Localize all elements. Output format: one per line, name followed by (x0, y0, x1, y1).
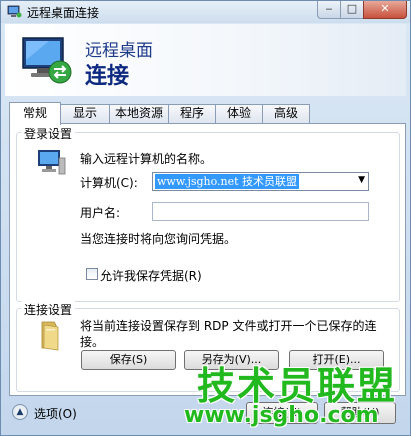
computer-combobox-value: www.jsgho.net 技术员联盟 (155, 174, 300, 189)
remote-desktop-title-icon (7, 5, 22, 18)
tab-experience[interactable]: 体验 (215, 104, 263, 123)
window-title: 远程桌面连接 (27, 6, 100, 20)
close-button[interactable]: ✕ (363, 1, 407, 19)
title-bar[interactable]: 远程桌面连接 ‒ □ ✕ (1, 1, 410, 23)
save-credentials-checkbox[interactable] (86, 268, 98, 280)
computer-combobox[interactable]: www.jsgho.net 技术员联盟 ▼ (152, 172, 369, 191)
watermark-url: www.jsgho.com (184, 403, 379, 428)
remote-desktop-icon (22, 37, 72, 84)
tab-programs[interactable]: 程序 (168, 104, 216, 123)
banner-title-line2: 连接 (85, 64, 130, 89)
save-button[interactable]: 保存(S) (81, 350, 176, 370)
minimize-button[interactable]: ‒ (317, 1, 341, 19)
folder-icon (41, 321, 59, 351)
save-credentials-label[interactable]: 允许我保存凭据(R) (100, 267, 202, 284)
watermark-logo: 技术员联盟 (197, 364, 398, 408)
chevron-down-icon[interactable]: ▼ (358, 175, 365, 185)
maximize-button[interactable]: □ (340, 1, 364, 19)
tab-local-resources[interactable]: 本地资源 (109, 104, 169, 123)
tab-advanced[interactable]: 高级 (262, 104, 310, 123)
tab-general[interactable]: 常规 (9, 102, 61, 125)
connection-description: 将当前连接设置保存到 RDP 文件或打开一个已保存的连接。 (80, 319, 377, 349)
login-settings-legend: 登录设置 (21, 125, 76, 142)
tab-display[interactable]: 显示 (60, 104, 110, 123)
options-toggle[interactable]: 选项(O) (34, 405, 77, 422)
computer-label: 计算机(C): (80, 176, 138, 190)
header-banner: 远程桌面 连接 (5, 24, 406, 96)
username-field[interactable] (152, 202, 369, 221)
credentials-ask-text: 当您连接时将向您询问凭据。 (80, 232, 237, 246)
connection-settings-legend: 连接设置 (21, 301, 76, 318)
computer-name-prompt: 输入远程计算机的名称。 (80, 152, 213, 166)
computer-icon (38, 150, 66, 175)
remote-desktop-window: 远程桌面连接 ‒ □ ✕ 远程桌面 连接 常规 显示 本地资源 程序 体验 高级… (0, 0, 411, 436)
username-label: 用户名: (80, 206, 121, 220)
expand-options-icon[interactable]: ▲ (12, 404, 28, 420)
